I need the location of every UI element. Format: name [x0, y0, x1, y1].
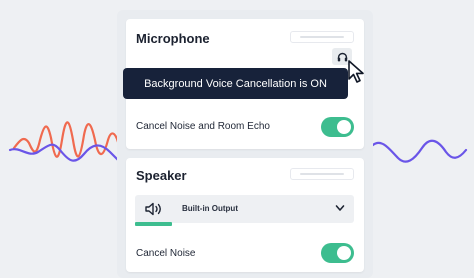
clean-wave-purple-right — [371, 139, 468, 163]
speaker-device-select[interactable] — [290, 168, 354, 180]
speaker-icon — [145, 202, 161, 216]
cancel-noise-echo-toggle[interactable] — [321, 117, 354, 137]
voice-cancellation-tooltip: Background Voice Cancellation is ON — [123, 68, 348, 99]
speaker-icon-box — [135, 195, 172, 226]
toggle-knob — [337, 246, 351, 260]
speaker-output-dropdown[interactable]: Built-in Output — [135, 195, 354, 226]
speaker-card: Speaker Built-in Output Cancel Noise — [126, 158, 364, 272]
cancel-noise-label: Cancel Noise — [136, 248, 196, 259]
mouse-cursor-icon — [348, 60, 364, 83]
microphone-device-select[interactable] — [290, 31, 354, 43]
cancel-noise-toggle[interactable] — [321, 243, 354, 263]
speaker-output-value: Built-in Output — [182, 204, 238, 213]
cancel-noise-echo-label: Cancel Noise and Room Echo — [136, 121, 270, 132]
speaker-title: Speaker — [136, 168, 187, 183]
noisy-wave-red — [12, 121, 120, 158]
chevron-down-icon — [335, 205, 345, 211]
microphone-title: Microphone — [136, 31, 210, 46]
toggle-knob — [337, 120, 351, 134]
